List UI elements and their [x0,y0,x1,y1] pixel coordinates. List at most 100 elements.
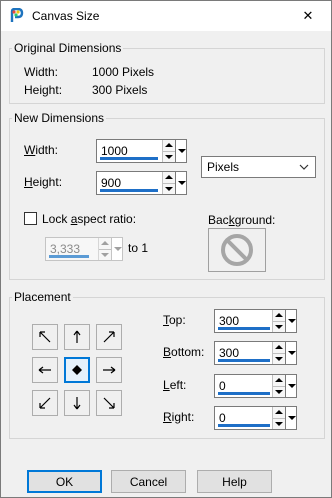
close-icon: ✕ [302,8,314,23]
bottom-offset-value[interactable]: 300 [219,346,239,360]
anchor-center[interactable] [64,357,90,383]
arrow-down-right-icon [103,397,115,409]
decrement-icon[interactable] [273,418,285,429]
new-height-stepper[interactable] [162,172,175,194]
right-offset-stepper[interactable] [272,407,285,429]
left-offset-dropdown[interactable] [285,374,297,398]
lock-aspect-checkbox[interactable] [24,212,37,225]
decrement-icon[interactable] [163,151,175,162]
new-width-stepper[interactable] [162,140,175,162]
decrement-icon [99,249,111,260]
right-offset-dropdown[interactable] [285,406,297,430]
increment-icon[interactable] [273,310,285,321]
increment-icon[interactable] [273,375,285,386]
cancel-button-label: Cancel [129,474,168,489]
chevron-down-icon [288,384,296,388]
chevron-down-icon [178,181,186,185]
right-offset-value[interactable]: 0 [219,411,226,425]
chevron-down-icon [288,351,296,355]
top-offset-value[interactable]: 300 [219,314,239,328]
help-button-label: Help [222,474,247,489]
anchor-top-left[interactable] [32,324,58,350]
original-height-value: 300 Pixels [92,83,148,97]
background-label: Background: [208,213,276,227]
aspect-ratio-field: 3,333 [45,237,123,261]
new-width-label: Width: [24,143,59,157]
arrow-up-icon [73,330,81,343]
right-offset-progress [218,424,270,427]
bottom-offset-label: Bottom: [163,345,205,359]
increment-icon[interactable] [163,172,175,183]
help-button[interactable]: Help [197,470,272,493]
aspect-ratio-suffix: to 1 [128,241,149,255]
decrement-icon[interactable] [163,183,175,194]
original-width-value: 1000 Pixels [92,65,155,79]
decrement-icon[interactable] [273,321,285,332]
new-height-field[interactable]: 900 [96,171,187,195]
top-offset-field[interactable]: 300 [214,309,297,333]
chevron-down-icon [178,149,186,153]
original-height-label: Height: [24,83,63,97]
anchor-middle-left[interactable] [32,357,58,383]
increment-icon[interactable] [273,407,285,418]
new-width-dropdown[interactable] [175,139,187,163]
background-color-swatch[interactable] [208,228,266,272]
bottom-offset-progress [218,359,270,362]
bottom-offset-field[interactable]: 300 [214,341,297,365]
anchor-bottom-center[interactable] [64,390,90,416]
original-dimensions-legend: Original Dimensions [12,41,124,55]
decrement-icon[interactable] [273,353,285,364]
units-value[interactable]: Pixels [207,160,239,174]
chevron-down-icon [299,164,309,170]
diamond-icon [72,365,82,375]
arrow-left-icon [38,366,51,374]
left-offset-stepper[interactable] [272,375,285,397]
chevron-down-icon [288,416,296,420]
top-offset-label: Top: [163,313,186,327]
no-color-icon [221,234,253,266]
new-height-label: Height: [24,175,63,189]
new-width-value[interactable]: 1000 [101,144,128,158]
new-height-dropdown[interactable] [175,171,187,195]
new-height-value[interactable]: 900 [101,176,121,190]
right-offset-field[interactable]: 0 [214,406,297,430]
cancel-button[interactable]: Cancel [111,470,186,493]
anchor-bottom-right[interactable] [96,390,122,416]
anchor-bottom-left[interactable] [32,390,58,416]
lock-aspect-label[interactable]: Lock aspect ratio: [42,212,136,226]
increment-icon[interactable] [273,342,285,353]
close-button[interactable]: ✕ [285,1,331,31]
chevron-down-icon [288,319,296,323]
aspect-ratio-value: 3,333 [50,242,81,256]
arrow-up-left-icon [39,331,51,343]
units-select[interactable]: Pixels [201,156,316,178]
placement-legend: Placement [12,290,73,304]
canvas-size-dialog: Canvas Size ✕ Original Dimensions Width:… [0,0,332,498]
arrow-right-icon [103,366,116,374]
anchor-top-center[interactable] [64,324,90,350]
ok-button-label: OK [55,474,74,489]
bottom-offset-dropdown[interactable] [285,341,297,365]
window-title: Canvas Size [32,9,100,23]
top-offset-progress [218,327,270,330]
decrement-icon[interactable] [273,386,285,397]
new-height-progress [100,189,158,192]
aspect-ratio-stepper [98,238,111,260]
arrow-down-left-icon [39,397,51,409]
app-icon [10,8,24,22]
increment-icon [99,238,111,249]
anchor-middle-right[interactable] [96,357,122,383]
top-offset-stepper[interactable] [272,310,285,332]
aspect-ratio-dropdown [111,237,123,261]
ok-button[interactable]: OK [27,470,102,493]
chevron-down-icon [114,247,122,251]
bottom-offset-stepper[interactable] [272,342,285,364]
aspect-ratio-progress [49,255,89,258]
arrow-up-right-icon [103,331,115,343]
new-width-field[interactable]: 1000 [96,139,187,163]
left-offset-field[interactable]: 0 [214,374,297,398]
anchor-top-right[interactable] [96,324,122,350]
increment-icon[interactable] [163,140,175,151]
top-offset-dropdown[interactable] [285,309,297,333]
left-offset-value[interactable]: 0 [219,379,226,393]
